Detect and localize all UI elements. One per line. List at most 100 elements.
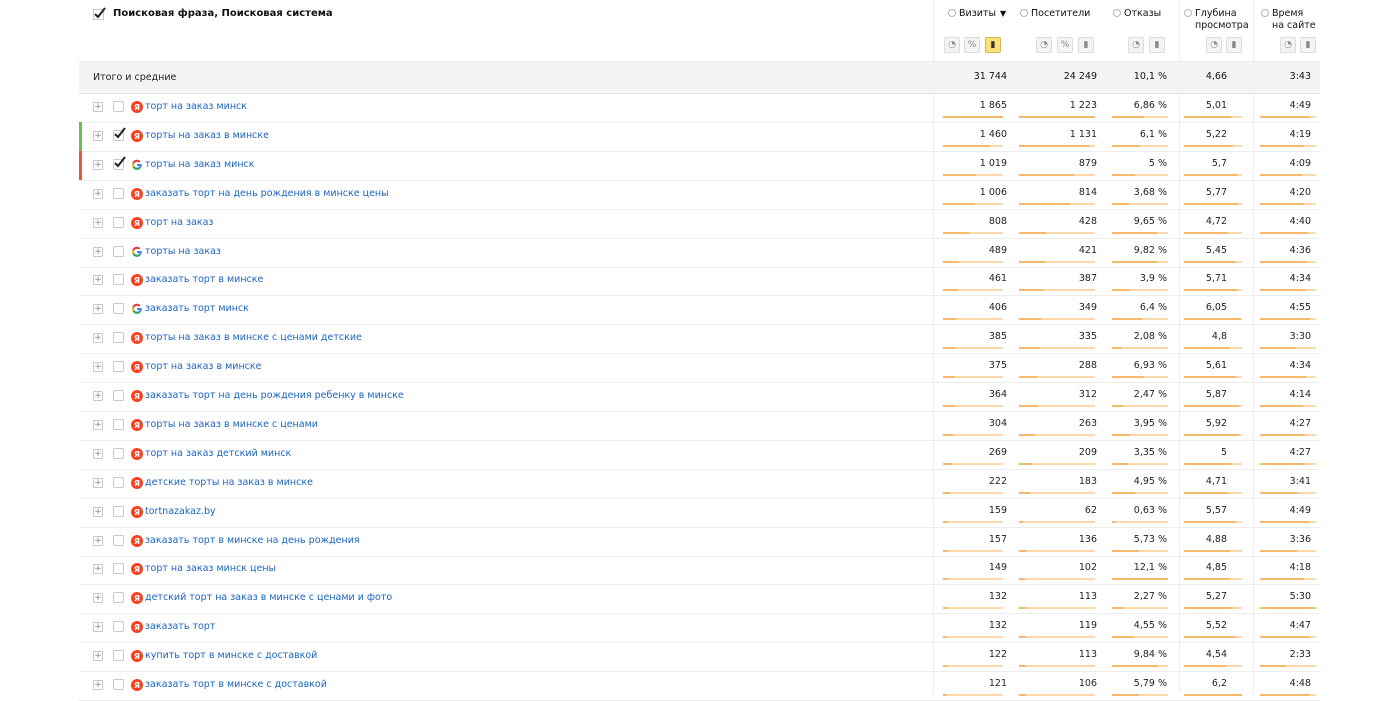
row-checkbox[interactable]	[113, 361, 124, 373]
expand-icon[interactable]: +	[93, 564, 103, 575]
metric-radio[interactable]	[948, 9, 956, 17]
cell-time-on-site: 3:30	[1289, 331, 1311, 343]
expand-icon[interactable]: +	[93, 130, 103, 141]
expand-icon[interactable]: +	[93, 362, 103, 373]
expand-icon[interactable]: +	[93, 391, 103, 401]
search-phrase-link[interactable]: заказать торт в минске на день рождения	[145, 535, 360, 546]
expand-icon[interactable]: +	[93, 304, 103, 315]
bar-chart-icon[interactable]: ▮	[1149, 37, 1165, 53]
cell-time-on-site: 4:19	[1289, 128, 1311, 140]
row-checkbox[interactable]	[113, 447, 124, 459]
expand-icon[interactable]: +	[93, 448, 103, 459]
expand-icon[interactable]: +	[93, 333, 103, 344]
row-checkbox[interactable]	[113, 534, 124, 546]
cell-visitors: 421	[1078, 244, 1097, 256]
cell-visitors: 113	[1078, 649, 1097, 661]
pie-chart-icon[interactable]: ◔	[944, 37, 960, 53]
sort-desc-icon[interactable]: ▼	[1000, 9, 1006, 18]
value-bar-track	[1260, 491, 1316, 494]
value-bar-fill	[1184, 289, 1237, 292]
dimension-title[interactable]: Поисковая фраза, Поисковая система	[113, 8, 333, 19]
value-bar-fill	[1260, 549, 1297, 552]
search-phrase-link[interactable]: заказать торт на день рождения в минске …	[145, 188, 389, 199]
svg-text:Я: Я	[134, 652, 140, 661]
value-bar-track	[1260, 318, 1316, 321]
row-checkbox[interactable]	[113, 621, 124, 633]
row-checkbox[interactable]	[113, 505, 124, 517]
row-checkbox[interactable]	[113, 101, 124, 112]
expand-icon[interactable]: +	[93, 680, 103, 690]
row-checkbox[interactable]	[113, 650, 124, 662]
search-phrase-link[interactable]: заказать торт в минске	[145, 274, 263, 285]
bar-chart-icon[interactable]: ▮	[985, 37, 1001, 53]
expand-icon[interactable]: +	[93, 651, 103, 662]
row-checkbox[interactable]	[113, 187, 124, 199]
search-phrase-link[interactable]: заказать торт в минске с доставкой	[145, 679, 327, 690]
search-phrase-link[interactable]: заказать торт	[145, 621, 215, 632]
search-phrase-link[interactable]: торты на заказ в минске с ценами детские	[145, 332, 362, 343]
search-phrase-link[interactable]: торт на заказ в минске	[145, 361, 261, 372]
percent-icon[interactable]: %	[1057, 37, 1073, 53]
row-checkbox[interactable]	[113, 274, 124, 286]
row-checkbox[interactable]	[113, 127, 126, 141]
expand-icon[interactable]: +	[93, 477, 103, 488]
expand-icon[interactable]: +	[93, 535, 103, 546]
value-bar-fill	[943, 347, 955, 350]
select-all-checkbox[interactable]	[93, 7, 106, 20]
bar-chart-icon[interactable]: ▮	[1078, 37, 1094, 53]
search-phrase-link[interactable]: торт на заказ детский минск	[145, 448, 291, 459]
pie-chart-icon[interactable]: ◔	[1206, 37, 1222, 53]
expand-icon[interactable]: +	[93, 593, 103, 604]
row-checkbox[interactable]	[113, 216, 124, 228]
pie-chart-icon[interactable]: ◔	[1280, 37, 1296, 53]
expand-icon[interactable]: +	[93, 419, 103, 430]
search-phrase-link[interactable]: купить торт в минске с доставкой	[145, 650, 317, 661]
expand-icon[interactable]: +	[93, 159, 103, 170]
row-checkbox[interactable]	[113, 476, 124, 488]
metric-radio[interactable]	[1113, 9, 1121, 17]
row-checkbox[interactable]	[113, 332, 124, 344]
search-phrase-link[interactable]: tortnazakaz.by	[145, 506, 216, 517]
expand-icon[interactable]: +	[93, 102, 103, 112]
pie-chart-icon[interactable]: ◔	[1036, 37, 1052, 53]
cell-page-depth: 4,71	[1205, 475, 1227, 487]
row-checkbox[interactable]	[113, 303, 124, 315]
search-phrase-link[interactable]: торты на заказ минск	[145, 159, 255, 170]
search-phrase-link[interactable]: торт на заказ минск цены	[145, 563, 276, 574]
search-phrase-link[interactable]: торт на заказ	[145, 217, 213, 228]
row-checkbox[interactable]	[113, 679, 124, 690]
expand-icon[interactable]: +	[93, 217, 103, 228]
value-bar-fill	[1112, 231, 1157, 234]
metric-radio[interactable]	[1020, 9, 1028, 17]
bar-chart-icon[interactable]: ▮	[1300, 37, 1316, 53]
expand-icon[interactable]: +	[93, 246, 103, 257]
value-bar-track	[943, 376, 1003, 379]
expand-icon[interactable]: +	[93, 275, 103, 286]
search-phrase-link[interactable]: заказать торт минск	[145, 303, 249, 314]
pie-chart-icon[interactable]: ◔	[1128, 37, 1144, 53]
search-phrase-link[interactable]: торты на заказ	[145, 246, 221, 257]
search-phrase-link[interactable]: детские торты на заказ в минске	[145, 477, 313, 488]
row-checkbox[interactable]	[113, 563, 124, 575]
row-checkbox[interactable]	[113, 390, 124, 401]
bar-chart-icon[interactable]: ▮	[1226, 37, 1242, 53]
row-checkbox[interactable]	[113, 418, 124, 430]
row-checkbox[interactable]	[113, 245, 124, 257]
row-checkbox[interactable]	[113, 156, 126, 170]
row-checkbox[interactable]	[113, 592, 124, 604]
expand-icon[interactable]: +	[93, 506, 103, 517]
expand-icon[interactable]: +	[93, 622, 103, 633]
search-phrase-link[interactable]: торт на заказ минск	[145, 101, 247, 112]
search-phrase-link[interactable]: торты на заказ в минске	[145, 130, 269, 141]
metric-radio[interactable]	[1184, 9, 1192, 17]
search-phrase-link[interactable]: торты на заказ в минске с ценами	[145, 419, 318, 430]
metric-radio[interactable]	[1261, 9, 1269, 17]
value-bar-fill	[1019, 578, 1025, 581]
search-phrase-link[interactable]: детский торт на заказ в минске с ценами …	[145, 592, 392, 603]
value-bar-track	[1112, 433, 1168, 436]
expand-icon[interactable]: +	[93, 188, 103, 199]
value-bar-track	[943, 665, 1003, 668]
search-phrase-link[interactable]: заказать торт на день рождения ребенку в…	[145, 390, 404, 401]
percent-icon[interactable]: %	[964, 37, 980, 53]
value-bar-fill	[1112, 607, 1123, 610]
